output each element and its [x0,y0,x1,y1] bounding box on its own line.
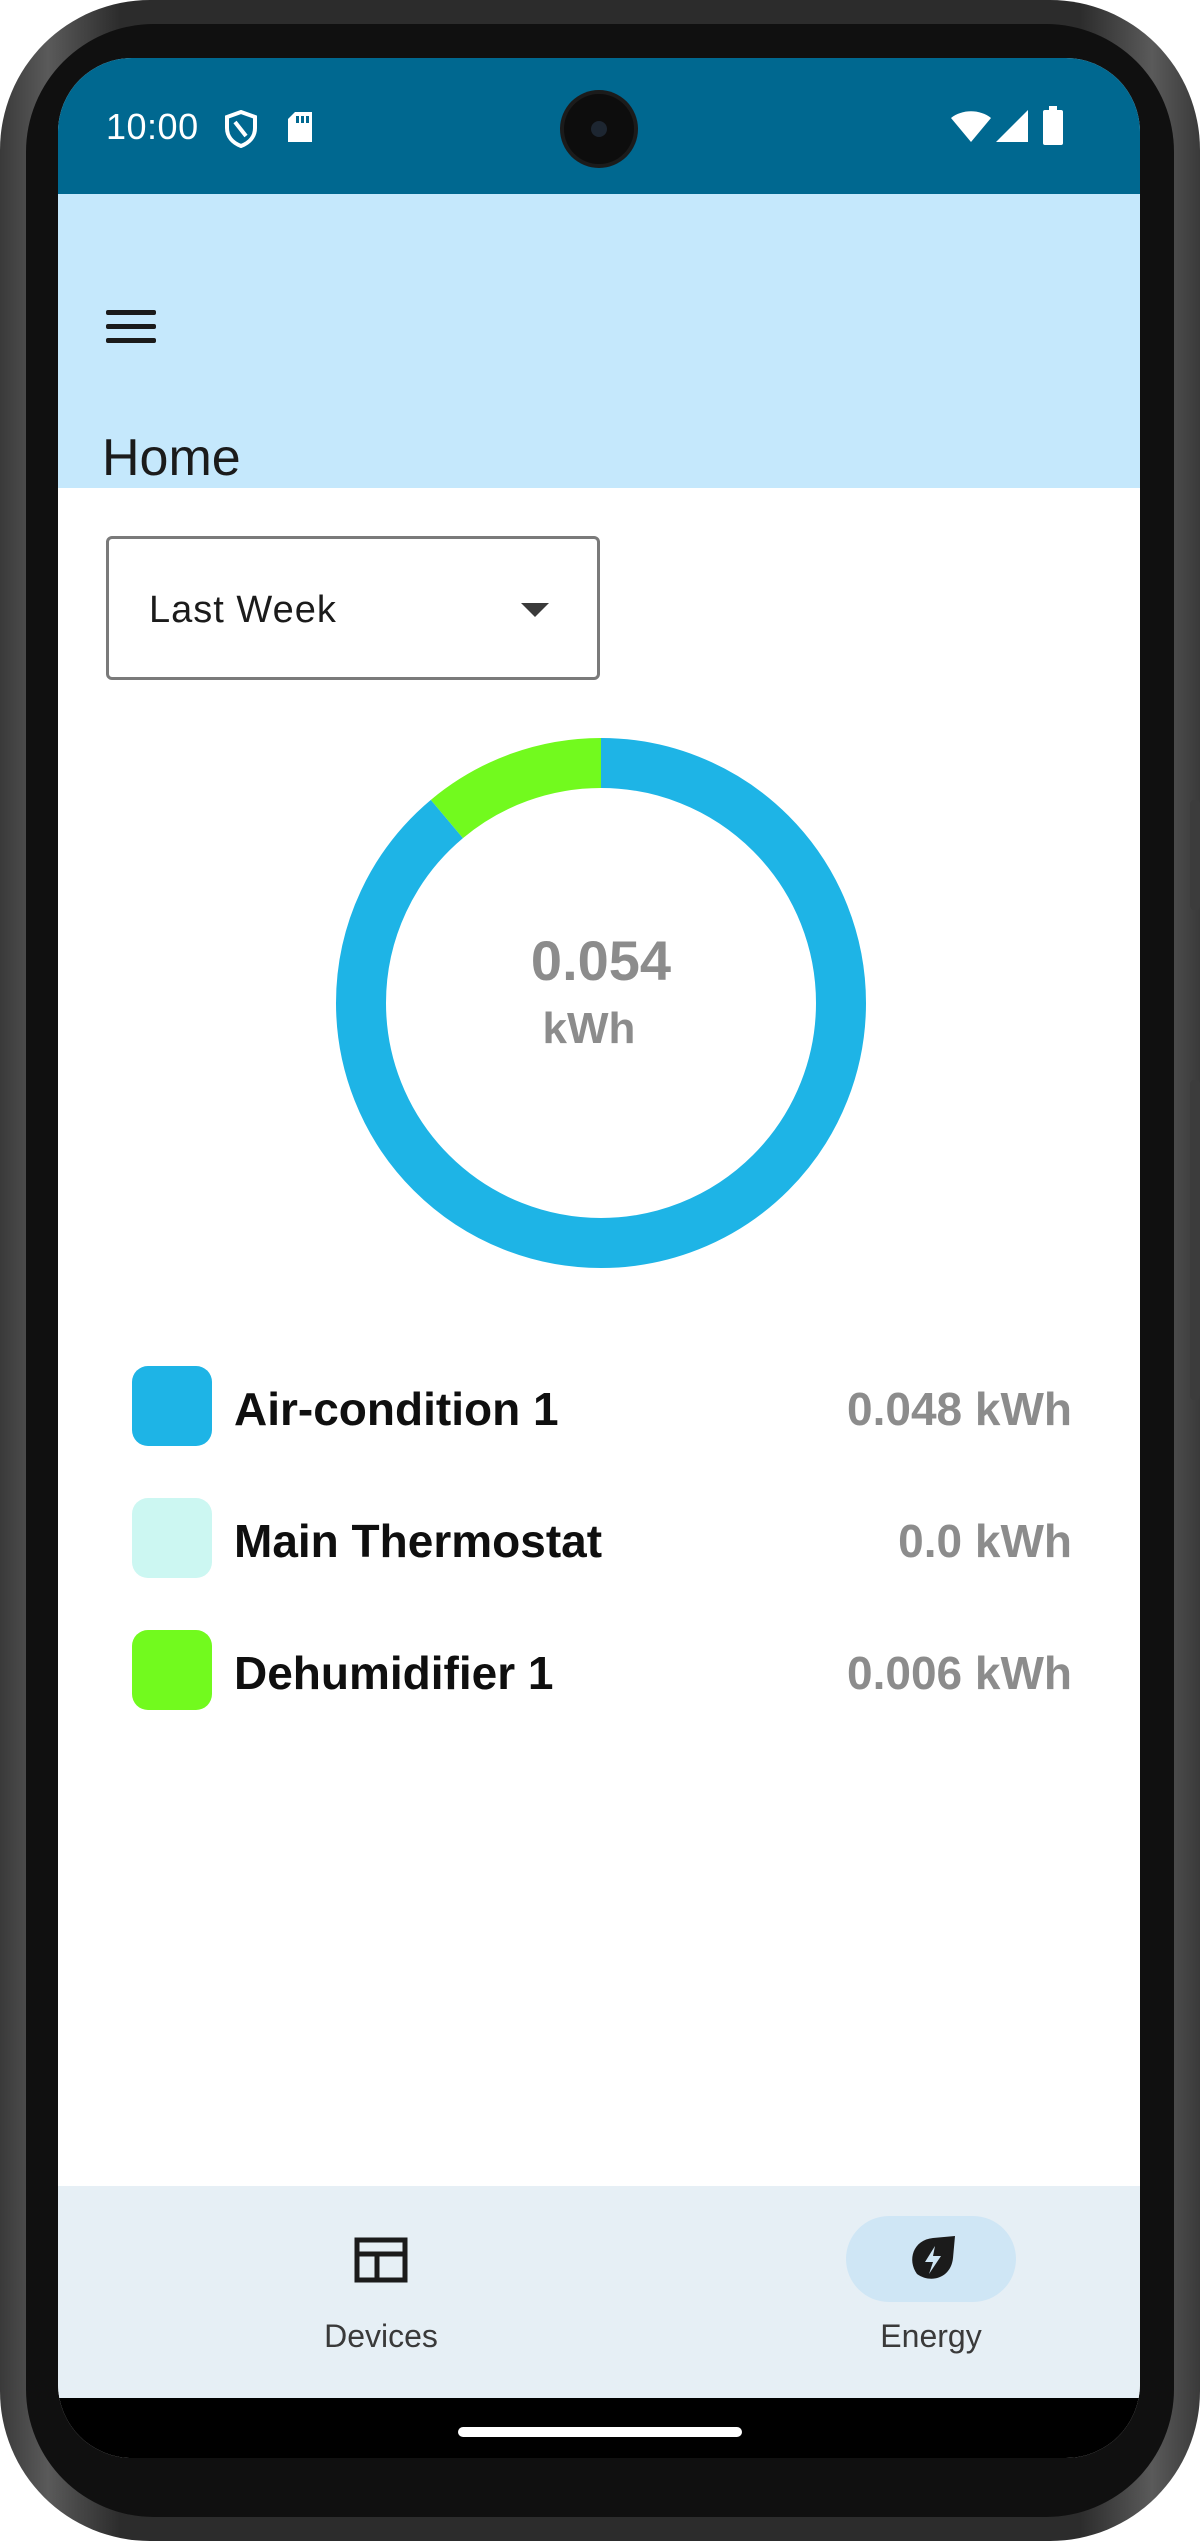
legend-device-value: 0.048 kWh [847,1383,1072,1435]
volume-button [1190,1080,1200,1400]
energy-icon [907,2236,955,2284]
menu-icon[interactable] [102,296,164,358]
legend-device-name: Dehumidifier 1 [234,1647,554,1699]
period-selected-value: Last Week [149,589,337,631]
front-camera [564,94,634,164]
nav-label-devices: Devices [324,2318,438,2354]
nav-item-energy[interactable]: Energy [744,2186,1140,2398]
status-bar: 10:00 [58,58,1140,194]
legend-device-value: 0.006 kWh [847,1647,1072,1699]
sd-card-icon [288,112,312,142]
status-time: 10:00 [106,106,199,147]
total-energy-value: 0.054 [530,929,672,992]
dropdown-arrow-icon [521,603,549,617]
legend-item-main-thermostat: Main Thermostat 0.0 kWh [132,1498,1072,1578]
donut-slice-air-condition-1 [336,738,866,1268]
legend-swatch [132,1366,212,1446]
nav-item-devices[interactable]: Devices [194,2186,614,2398]
legend-device-name: Air-condition 1 [234,1383,559,1435]
legend-swatch [132,1630,212,1710]
shield-icon [225,110,257,148]
energy-donut-chart [336,738,866,1268]
battery-icon [1043,106,1063,145]
home-indicator[interactable] [458,2427,742,2437]
power-button [1190,800,1200,910]
legend-item-dehumidifier-1: Dehumidifier 1 0.006 kWh [132,1630,1072,1710]
total-energy-unit: kWh [542,1004,636,1053]
legend-device-value: 0.0 kWh [898,1515,1072,1567]
bottom-navigation: Devices Energy [58,2186,1140,2398]
cellular-signal-icon [996,110,1028,142]
app-bar: Home [58,194,1140,488]
screen: 10:00 Home Last Week 0.054 kWh Air-condi… [58,58,1140,2458]
legend-item-air-condition-1: Air-condition 1 0.048 kWh [132,1366,1072,1446]
legend-swatch [132,1498,212,1578]
page-title: Home [102,429,241,487]
nav-label-energy: Energy [880,2318,982,2354]
devices-icon [354,2237,408,2283]
wifi-icon [951,111,991,142]
phone-frame: 10:00 Home Last Week 0.054 kWh Air-condi… [0,0,1200,2541]
period-dropdown[interactable]: Last Week [106,536,600,680]
legend-device-name: Main Thermostat [234,1515,603,1567]
